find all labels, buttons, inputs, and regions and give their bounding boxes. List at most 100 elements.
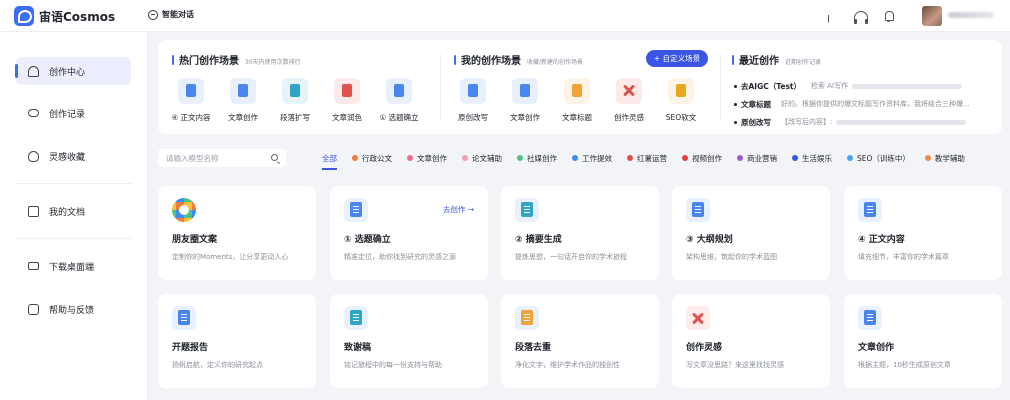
scene-item[interactable]: SEO软文	[656, 78, 706, 123]
scene-card[interactable]: 创作灵感 写文章没思路？来这里找找灵感	[672, 294, 830, 388]
card-description: 净化文字，维护学术作品的独创性	[515, 361, 620, 369]
scene-item[interactable]: 原创改写	[448, 78, 498, 123]
tab-label: 全部	[322, 153, 337, 163]
scene-item[interactable]: 创作灵感	[604, 78, 654, 123]
tab-label: 文章创作	[417, 153, 447, 163]
sidebar-divider	[16, 183, 131, 184]
scene-card[interactable]: ② 摘要生成 提炼思想，一句话开启你的学术旅程	[501, 186, 659, 280]
app-logo[interactable]: 宙语Cosmos	[14, 6, 115, 26]
scene-card[interactable]: 段落去重 净化文字，维护学术作品的独创性	[501, 294, 659, 388]
category-dot-icon	[352, 155, 358, 161]
sidebar-item-help[interactable]: 帮助与反馈	[16, 295, 131, 323]
tab-category[interactable]: 文章创作	[407, 153, 447, 164]
category-dot-icon	[517, 155, 523, 161]
card-title: ② 摘要生成	[515, 235, 562, 245]
tab-label: 红薯运营	[637, 153, 667, 163]
scene-item[interactable]: 文章标题	[552, 78, 602, 123]
category-tabs: 全部 行政公文 文章创作 论文辅助 社媒创作 工作提效 红薯运营 视频创作 商业营销 生活娱乐 SE…	[322, 150, 980, 170]
share-icon[interactable]	[826, 9, 840, 23]
scene-card[interactable]: 文章创作 根据主题，10秒生成原创文章	[844, 294, 1002, 388]
card-description: 铭记旅程中的每一份支持与帮助	[344, 361, 442, 369]
scene-label: 创作灵感	[614, 113, 644, 122]
scene-label: 文章标题	[562, 113, 592, 122]
document-icon	[564, 78, 590, 104]
category-dot-icon	[407, 155, 413, 161]
hot-scenes-subtitle: 30天内使用次数排行	[245, 59, 301, 66]
tab-category[interactable]: 论文辅助	[462, 153, 502, 164]
go-create-link[interactable]: 去创作 →	[443, 204, 474, 215]
sidebar-item-label: 我的文档	[49, 207, 86, 218]
search-input[interactable]	[166, 153, 262, 163]
tab-category[interactable]: 商业营销	[737, 153, 777, 164]
sidebar-item-creation-center[interactable]: 创作中心	[15, 57, 131, 85]
tab-label: 教学辅助	[934, 153, 965, 163]
sidebar-item-records[interactable]: 创作记录	[16, 99, 131, 127]
document-icon	[386, 78, 412, 104]
card-description: 根据主题，10秒生成原创文章	[858, 361, 951, 369]
scene-card[interactable]: ① 选题确立 精准定位，助你找到研究的灵感之源 去创作 →	[330, 186, 488, 280]
scene-item[interactable]: 段落扩写	[270, 78, 320, 123]
category-dot-icon	[462, 155, 468, 161]
sidebar-item-favorites[interactable]: 灵感收藏	[16, 142, 131, 170]
username-blurred[interactable]	[948, 12, 994, 18]
card-description: 写文章没思路？来这里找找灵感	[686, 361, 784, 369]
category-dot-icon	[847, 155, 853, 161]
category-dot-icon	[682, 155, 688, 161]
scene-item[interactable]: 文章创作	[500, 78, 550, 123]
tab-category[interactable]: 全部	[322, 153, 337, 170]
tab-category[interactable]: 社媒创作	[517, 153, 557, 164]
document-icon	[282, 78, 308, 104]
tab-category[interactable]: SEO（训练中）	[847, 153, 910, 164]
card-description: 填充细节，丰富你的学术篇章	[858, 253, 949, 261]
ring-icon	[172, 198, 196, 222]
card-description: 精准定位，助你找到研究的灵感之源	[344, 253, 456, 261]
tab-label: SEO（训练中）	[857, 153, 910, 163]
scene-card[interactable]: 朋友圈文案 定制你的Moments，让分享更动人心	[158, 186, 316, 280]
doc-icon	[28, 205, 39, 217]
recent-item-key: 去AIGC（Test）	[741, 81, 802, 91]
scene-item[interactable]: ④ 正文内容	[166, 78, 216, 123]
recent-item[interactable]: 去AIGC（Test） 检索 AI写作	[734, 78, 990, 94]
my-scenes-title: 我的创作场景	[461, 56, 521, 67]
scene-item[interactable]: 文章润色	[322, 78, 372, 123]
scene-item[interactable]: 文章创作	[218, 78, 268, 123]
scene-card[interactable]: ④ 正文内容 填充细节，丰富你的学术篇章	[844, 186, 1002, 280]
category-dot-icon	[572, 155, 578, 161]
add-custom-scene-button[interactable]: + 自定义场景	[646, 50, 708, 67]
monitor-icon	[28, 262, 39, 270]
sidebar-item-download[interactable]: 下载桌面端	[16, 252, 131, 280]
cross-icon	[686, 306, 710, 330]
scene-label: ④ 正文内容	[171, 113, 211, 122]
document-icon	[515, 306, 539, 330]
scene-card[interactable]: ③ 大纲规划 架构思维，筑起你的学术蓝图	[672, 186, 830, 280]
document-icon	[858, 306, 882, 330]
sidebar-item-my-docs[interactable]: 我的文档	[16, 197, 131, 225]
sidebar-item-label: 帮助与反馈	[49, 305, 95, 316]
scene-item[interactable]: ① 选题确立	[374, 78, 424, 123]
tab-category[interactable]: 行政公文	[352, 153, 392, 164]
sidebar-divider	[16, 238, 131, 239]
recent-item[interactable]: 原创改写 【改写后内容】:	[734, 114, 990, 130]
card-description: 扬帆启航，定义你的研究起点	[172, 361, 263, 369]
tab-category[interactable]: 生活娱乐	[792, 153, 832, 164]
scene-card[interactable]: 开题报告 扬帆启航，定义你的研究起点	[158, 294, 316, 388]
smart-chat-button[interactable]: 智能对话	[148, 9, 194, 20]
tab-category[interactable]: 工作提效	[572, 153, 612, 164]
model-search	[158, 149, 286, 167]
avatar[interactable]	[922, 6, 942, 26]
recent-item[interactable]: 文章标题 好的。根据你提供的爆文标题写作资料库，我将结合三种爆...	[734, 96, 990, 112]
category-dot-icon	[627, 155, 633, 161]
tab-label: 社媒创作	[527, 153, 557, 163]
hot-scenes-header: 热门创作场景 30天内使用次数排行	[172, 52, 301, 67]
my-scenes-subtitle: 收藏/新建的创作场景	[527, 59, 584, 66]
search-icon[interactable]	[271, 154, 278, 161]
card-title: ③ 大纲规划	[686, 235, 733, 245]
tab-category[interactable]: 视频创作	[682, 153, 722, 164]
headset-icon[interactable]	[854, 11, 868, 24]
tab-category[interactable]: 教学辅助	[924, 153, 965, 164]
tab-category[interactable]: 红薯运营	[627, 153, 667, 164]
bell-icon[interactable]	[882, 9, 896, 23]
scene-card[interactable]: 致谢稿 铭记旅程中的每一份支持与帮助	[330, 294, 488, 388]
recent-item-value: 检索 AI写作	[811, 82, 849, 90]
document-icon	[512, 78, 538, 104]
